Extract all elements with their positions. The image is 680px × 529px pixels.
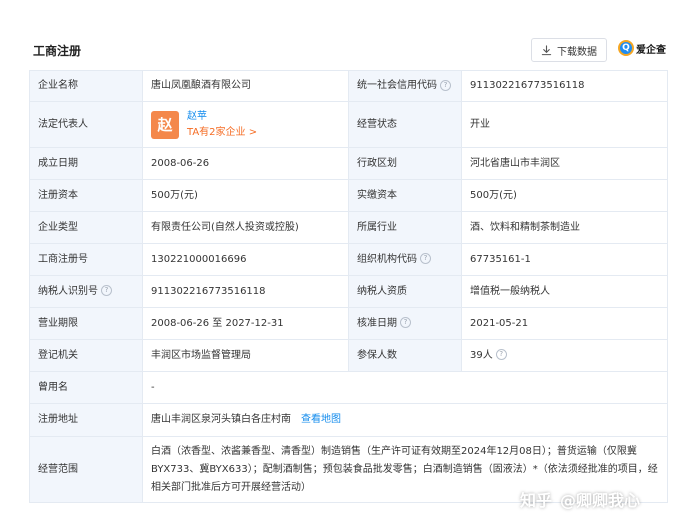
avatar[interactable]: 赵	[151, 110, 179, 139]
label-taxpayer-id-text: 纳税人识别号	[38, 285, 98, 297]
label-paid-capital: 实缴资本	[348, 179, 462, 212]
value-paid-capital: 500万(元)	[461, 179, 668, 212]
label-business-scope: 经营范围	[29, 436, 143, 503]
value-registration-number: 130221000016696	[142, 243, 349, 276]
label-registration-authority: 登记机关	[29, 339, 143, 372]
watermark-site: 知乎	[520, 491, 553, 510]
legal-rep-name-link[interactable]: 赵苹	[187, 110, 257, 124]
label-industry: 所属行业	[348, 211, 462, 244]
table-row: 注册资本 500万(元) 实缴资本 500万(元)	[29, 179, 668, 212]
value-company-name: 唐山凤凰酿酒有限公司	[142, 70, 349, 102]
value-business-term: 2008-06-26 至 2027-12-31	[142, 307, 349, 340]
section-title: 工商注册	[33, 44, 82, 58]
table-row: 纳税人识别号? 911302216773516118 纳税人资质 增值税一般纳税…	[29, 275, 668, 308]
help-icon[interactable]: ?	[420, 253, 431, 264]
label-org-code-text: 组织机构代码	[357, 253, 417, 265]
label-company-type: 企业类型	[29, 211, 143, 244]
help-icon[interactable]: ?	[101, 285, 112, 296]
download-data-button[interactable]: 下载数据	[531, 38, 607, 62]
brand-logo[interactable]: Q 爱企查	[618, 40, 666, 56]
value-insured-count: 39人?	[461, 339, 668, 372]
value-company-type: 有限责任公司(自然人投资或控股)	[142, 211, 349, 244]
label-approval-date-text: 核准日期	[357, 317, 397, 329]
label-region: 行政区划	[348, 147, 462, 180]
label-legal-rep: 法定代表人	[29, 101, 143, 148]
help-icon[interactable]: ?	[495, 349, 507, 360]
table-row: 成立日期 2008-06-26 行政区划 河北省唐山市丰润区	[29, 147, 668, 180]
value-registration-authority: 丰润区市场监督管理局	[142, 339, 349, 372]
label-credit-code: 统一社会信用代码?	[348, 70, 462, 102]
label-taxpayer-qualification: 纳税人资质	[348, 275, 462, 308]
table-row: 曾用名 -	[29, 371, 668, 404]
value-registered-address: 唐山丰润区泉河头镇白各庄村南 查看地图	[142, 403, 668, 437]
table-row: 企业类型 有限责任公司(自然人投资或控股) 所属行业 酒、饮料和精制茶制造业	[29, 211, 668, 244]
label-approval-date: 核准日期?	[348, 307, 462, 340]
view-map-link[interactable]: 查看地图	[301, 414, 341, 425]
table-row: 法定代表人 赵 赵苹 TA有2家企业 > 经营状态 开业	[29, 101, 668, 148]
label-registered-capital: 注册资本	[29, 179, 143, 212]
brand-name: 爱企查	[636, 44, 666, 56]
table-row: 工商注册号 130221000016696 组织机构代码? 67735161-1	[29, 243, 668, 276]
value-org-code: 67735161-1	[461, 243, 668, 276]
value-registered-capital: 500万(元)	[142, 179, 349, 212]
value-insured-count-text: 39人	[470, 349, 493, 361]
label-credit-code-text: 统一社会信用代码	[357, 80, 437, 91]
value-founded-date: 2008-06-26	[142, 147, 349, 180]
label-registration-number: 工商注册号	[29, 243, 143, 276]
watermark-author: @卿卿我心	[560, 491, 641, 510]
table-row: 注册地址 唐山丰润区泉河头镇白各庄村南 查看地图	[29, 403, 668, 437]
related-companies-link[interactable]: TA有2家企业 >	[187, 126, 257, 140]
value-credit-code: 911302216773516118	[461, 70, 668, 102]
table-row: 营业期限 2008-06-26 至 2027-12-31 核准日期? 2021-…	[29, 307, 668, 340]
label-status: 经营状态	[348, 101, 462, 148]
value-region: 河北省唐山市丰润区	[461, 147, 668, 180]
value-industry: 酒、饮料和精制茶制造业	[461, 211, 668, 244]
label-founded-date: 成立日期	[29, 147, 143, 180]
value-taxpayer-qualification: 增值税一般纳税人	[461, 275, 668, 308]
table-row: 登记机关 丰润区市场监督管理局 参保人数 39人?	[29, 339, 668, 372]
zhihu-watermark: 知乎 @卿卿我心	[520, 484, 680, 514]
value-status: 开业	[461, 101, 668, 148]
value-approval-date: 2021-05-21	[461, 307, 668, 340]
value-taxpayer-id: 911302216773516118	[142, 275, 349, 308]
value-former-name: -	[142, 371, 668, 404]
download-icon	[541, 44, 552, 55]
label-former-name: 曾用名	[29, 371, 143, 404]
label-org-code: 组织机构代码?	[348, 243, 462, 276]
section-header: 工商注册 下载数据 Q 爱企查	[0, 0, 680, 62]
label-taxpayer-id: 纳税人识别号?	[29, 275, 143, 308]
table-row: 企业名称 唐山凤凰酿酒有限公司 统一社会信用代码? 91130221677351…	[29, 70, 668, 102]
label-registered-address: 注册地址	[29, 403, 143, 437]
help-icon[interactable]: ?	[440, 79, 451, 91]
address-text: 唐山丰润区泉河头镇白各庄村南	[151, 414, 291, 425]
business-registration-table: 企业名称 唐山凤凰酿酒有限公司 统一社会信用代码? 91130221677351…	[29, 70, 668, 503]
aiqicha-logo-icon: Q	[618, 40, 634, 56]
label-business-term: 营业期限	[29, 307, 143, 340]
label-company-name: 企业名称	[29, 70, 143, 102]
help-icon[interactable]: ?	[400, 317, 411, 328]
download-data-label: 下载数据	[557, 46, 597, 58]
value-legal-rep: 赵 赵苹 TA有2家企业 >	[142, 101, 349, 148]
label-insured-count: 参保人数	[348, 339, 462, 372]
